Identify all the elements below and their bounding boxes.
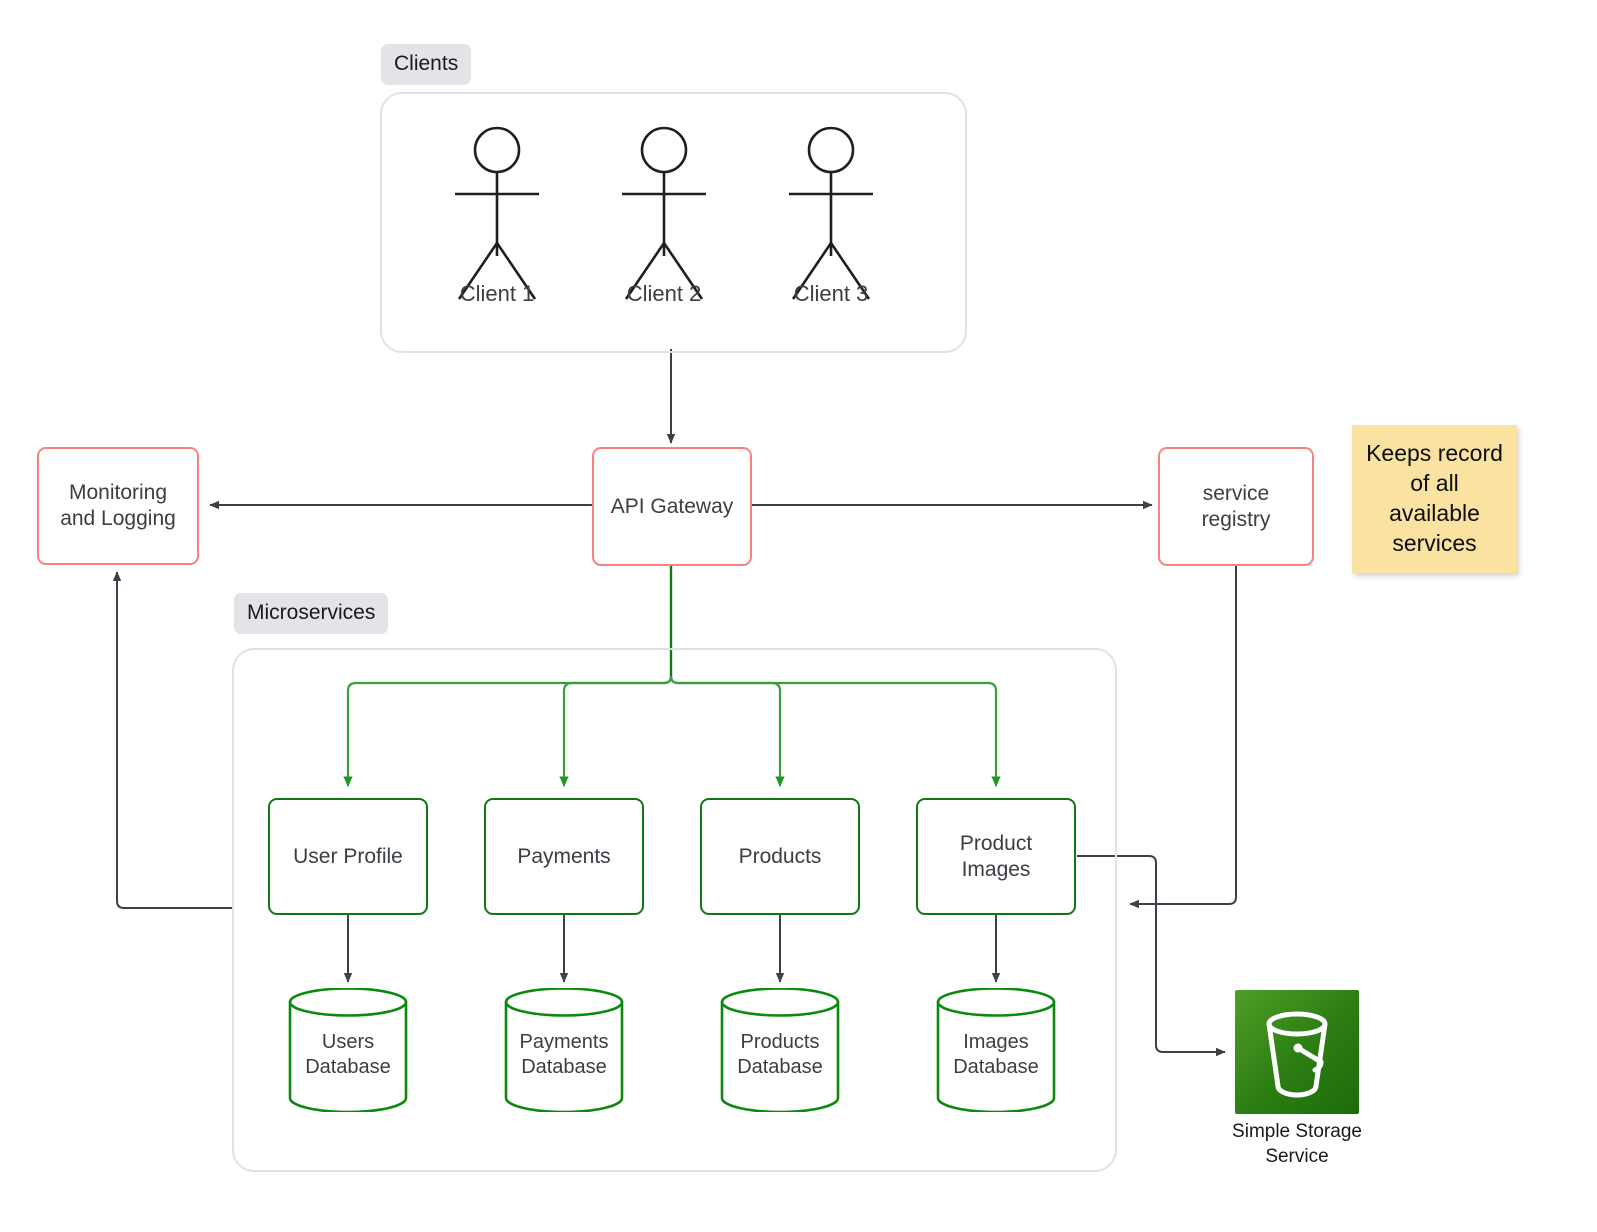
db-images-database[interactable]: Images Database xyxy=(936,987,1056,1114)
microservices-group-label: Microservices xyxy=(234,593,389,634)
db-label: Products Database xyxy=(720,1030,840,1080)
s3-bucket-icon xyxy=(1235,990,1359,1114)
db-label-line1: Images xyxy=(963,1031,1029,1053)
s3-label-line1: Simple Storage xyxy=(1232,1121,1362,1142)
node-monitoring-and-logging[interactable]: Monitoring and Logging xyxy=(37,447,199,565)
node-label: Product Images xyxy=(960,831,1032,882)
diagram-canvas: Clients Client 1 Client 2 Client 3 Monit… xyxy=(0,0,1597,1232)
actor-label-text: Client 1 xyxy=(459,281,535,306)
edge-service-registry-to-product-images xyxy=(1129,566,1237,909)
edge-microservices-to-monitoring xyxy=(112,571,232,909)
s3-label: Simple Storage Service xyxy=(1189,1120,1405,1169)
microservices-group-label-text: Microservices xyxy=(247,601,376,624)
db-label: Images Database xyxy=(936,1030,1056,1080)
db-label-line1: Payments xyxy=(519,1031,609,1053)
node-payments[interactable]: Payments xyxy=(484,798,644,915)
actor-label-text: Client 2 xyxy=(626,281,702,306)
clients-group-label: Clients xyxy=(381,44,472,85)
node-user-profile[interactable]: User Profile xyxy=(268,798,428,915)
actor-client-2[interactable]: Client 2 xyxy=(602,126,726,311)
node-label-line2: Images xyxy=(961,857,1031,881)
s3-label-line2: Service xyxy=(1265,1145,1329,1167)
node-label-line2: and Logging xyxy=(60,507,176,530)
node-service-registry[interactable]: service registry xyxy=(1158,447,1314,566)
node-label: User Profile xyxy=(293,844,403,868)
db-label: Users Database xyxy=(288,1030,408,1080)
db-label: Payments Database xyxy=(504,1030,624,1080)
actor-label: Client 3 xyxy=(769,283,893,305)
node-product-images[interactable]: Product Images xyxy=(916,798,1076,915)
db-label-line2: Database xyxy=(953,1056,1039,1078)
sticky-note-text: Keeps record of all available services xyxy=(1366,440,1503,556)
node-label: Monitoring and Logging xyxy=(60,480,176,531)
actor-client-1[interactable]: Client 1 xyxy=(435,126,559,311)
sticky-note-service-registry: Keeps record of all available services xyxy=(1352,425,1517,573)
node-label: Products xyxy=(738,844,822,868)
node-label-line1: Monitoring xyxy=(68,481,168,505)
node-label-line1: service xyxy=(1202,481,1270,505)
actor-label-text: Client 3 xyxy=(793,281,869,306)
actor-label: Client 1 xyxy=(435,283,559,305)
db-label-line1: Users xyxy=(321,1031,375,1053)
db-label-line2: Database xyxy=(305,1056,391,1078)
node-label-line1: Product xyxy=(959,831,1033,855)
node-products[interactable]: Products xyxy=(700,798,860,915)
bucket-glyph-icon xyxy=(1266,1011,1328,1098)
clients-group-label-text: Clients xyxy=(394,52,459,75)
actor-label: Client 2 xyxy=(602,283,726,305)
node-label: service registry xyxy=(1202,481,1271,532)
db-users-database[interactable]: Users Database xyxy=(288,987,408,1114)
db-label-line1: Products xyxy=(740,1031,820,1053)
db-label-line2: Database xyxy=(521,1056,607,1078)
node-label-line2: registry xyxy=(1201,507,1271,531)
node-label: API Gateway xyxy=(610,494,734,518)
node-api-gateway[interactable]: API Gateway xyxy=(592,447,752,566)
actor-client-3[interactable]: Client 3 xyxy=(769,126,893,311)
db-products-database[interactable]: Products Database xyxy=(720,987,840,1114)
node-simple-storage-service[interactable]: Simple Storage Service xyxy=(1232,990,1362,1167)
db-label-line2: Database xyxy=(737,1056,823,1078)
node-label: Payments xyxy=(517,844,611,868)
db-payments-database[interactable]: Payments Database xyxy=(504,987,624,1114)
